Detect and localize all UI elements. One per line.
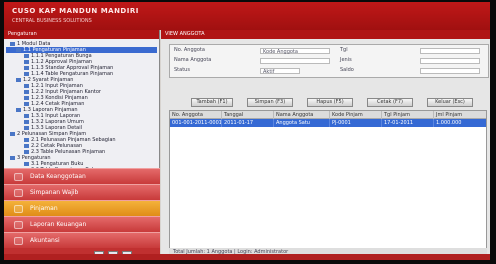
- table-cell: PJ-0001: [330, 119, 382, 127]
- folder-icon: [24, 119, 29, 124]
- module-data-keanggotaan[interactable]: Data Keanggotaan: [4, 168, 160, 184]
- folder-icon: [24, 95, 29, 100]
- module-label: Laporan Keuangan: [30, 221, 87, 228]
- app-title-bar: CUSO KAP MANDUN MANDIRI CENTRAL BUSINESS…: [4, 2, 490, 30]
- folder-icon: [24, 143, 29, 148]
- column-header[interactable]: Tanggal: [222, 111, 274, 119]
- balance-field[interactable]: [420, 68, 480, 74]
- folder-icon: [24, 101, 29, 106]
- module-label: Pinjaman: [30, 205, 58, 212]
- folder-icon: [24, 161, 29, 166]
- save-button[interactable]: Simpan (F3): [247, 98, 293, 107]
- folder-icon: [24, 137, 29, 142]
- delete-button[interactable]: Hapus (F5): [307, 98, 353, 107]
- loan-icon: [14, 205, 23, 213]
- data-grid: No. Anggota Tanggal Nama Anggota Kode Pi…: [169, 110, 487, 250]
- field-label: Saldo: [340, 67, 354, 73]
- field-label: Status: [174, 67, 190, 73]
- folder-icon: [10, 41, 15, 46]
- add-button[interactable]: Tambah (F1): [191, 98, 233, 107]
- column-header[interactable]: Tgl Pinjam: [382, 111, 434, 119]
- table-cell: 001-001-2011-0001: [172, 119, 222, 127]
- folder-icon: [24, 83, 29, 88]
- savings-icon: [14, 189, 23, 197]
- module-label: Data Keanggotaan: [30, 173, 86, 180]
- folder-icon: [10, 155, 15, 160]
- module-akuntansi[interactable]: Akuntansi: [4, 232, 160, 248]
- taskbar: [4, 254, 490, 260]
- folder-icon: [24, 113, 29, 118]
- module-label: Simpanan Wajib: [30, 189, 79, 196]
- folder-icon: [16, 107, 21, 112]
- field-label: No. Anggota: [174, 47, 205, 53]
- folder-icon: [24, 125, 29, 130]
- print-button[interactable]: Cetak (F7): [367, 98, 413, 107]
- table-cell: 2011-01-17: [222, 119, 274, 127]
- column-header[interactable]: Jml Pinjam: [434, 111, 486, 119]
- folder-icon: [24, 89, 29, 94]
- members-icon: [14, 173, 23, 181]
- field-label: Tgl: [340, 47, 348, 53]
- folder-icon: [24, 59, 29, 64]
- member-form: No. Anggota Kode Anggota Nama Anggota St…: [169, 44, 489, 78]
- folder-icon: [16, 77, 21, 82]
- field-label: Jenis: [340, 57, 352, 63]
- folder-icon: [16, 47, 21, 52]
- module-simpanan-wajib[interactable]: Simpanan Wajib: [4, 184, 160, 200]
- table-row[interactable]: 001-001-2011-0001 2011-01-17 Anggota Sat…: [170, 119, 486, 127]
- app-title: CUSO KAP MANDUN MANDIRI: [12, 7, 139, 15]
- member-name-field[interactable]: [260, 58, 330, 64]
- application-screen: CUSO KAP MANDUN MANDIRI CENTRAL BUSINESS…: [4, 2, 490, 260]
- content-panel: VIEW ANGGOTA No. Anggota Kode Anggota Na…: [161, 30, 490, 260]
- grid-header: No. Anggota Tanggal Nama Anggota Kode Pi…: [170, 111, 486, 119]
- column-header[interactable]: No. Anggota: [170, 111, 222, 119]
- table-cell: 1.000.000: [434, 119, 486, 127]
- module-label: Akuntansi: [30, 237, 60, 244]
- status-field[interactable]: Aktif: [260, 68, 300, 75]
- navigation-panel-header: Pengaturan: [4, 30, 159, 39]
- field-label: Nama Anggota: [174, 57, 212, 63]
- navigation-panel: Pengaturan 1 Modul Data 1.1 Pengaturan Pi…: [4, 30, 160, 260]
- module-pinjaman[interactable]: Pinjaman: [4, 200, 160, 216]
- app-subtitle: CENTRAL BUSINESS SOLUTIONS: [12, 18, 92, 24]
- module-laporan-keuangan[interactable]: Laporan Keuangan: [4, 216, 160, 232]
- action-button-bar: Tambah (F1) Simpan (F3) Hapus (F5) Cetak…: [191, 98, 481, 107]
- folder-icon: [24, 71, 29, 76]
- accounting-icon: [14, 237, 23, 245]
- table-cell: Anggota Satu: [274, 119, 330, 127]
- date-field[interactable]: [420, 48, 480, 54]
- column-header[interactable]: Kode Pinjam: [330, 111, 382, 119]
- exit-button[interactable]: Keluar (Esc): [427, 98, 473, 107]
- folder-icon: [24, 149, 29, 154]
- folder-icon: [24, 53, 29, 58]
- member-number-field[interactable]: Kode Anggota: [260, 48, 330, 55]
- module-bar: Data Keanggotaan Simpanan Wajib Pinjaman…: [4, 168, 160, 260]
- column-header[interactable]: Nama Anggota: [274, 111, 330, 119]
- report-icon: [14, 221, 23, 229]
- table-cell: 17-01-2011: [382, 119, 434, 127]
- type-field[interactable]: [420, 58, 480, 64]
- content-panel-header: VIEW ANGGOTA: [161, 30, 490, 39]
- folder-icon: [24, 65, 29, 70]
- folder-icon: [10, 131, 15, 136]
